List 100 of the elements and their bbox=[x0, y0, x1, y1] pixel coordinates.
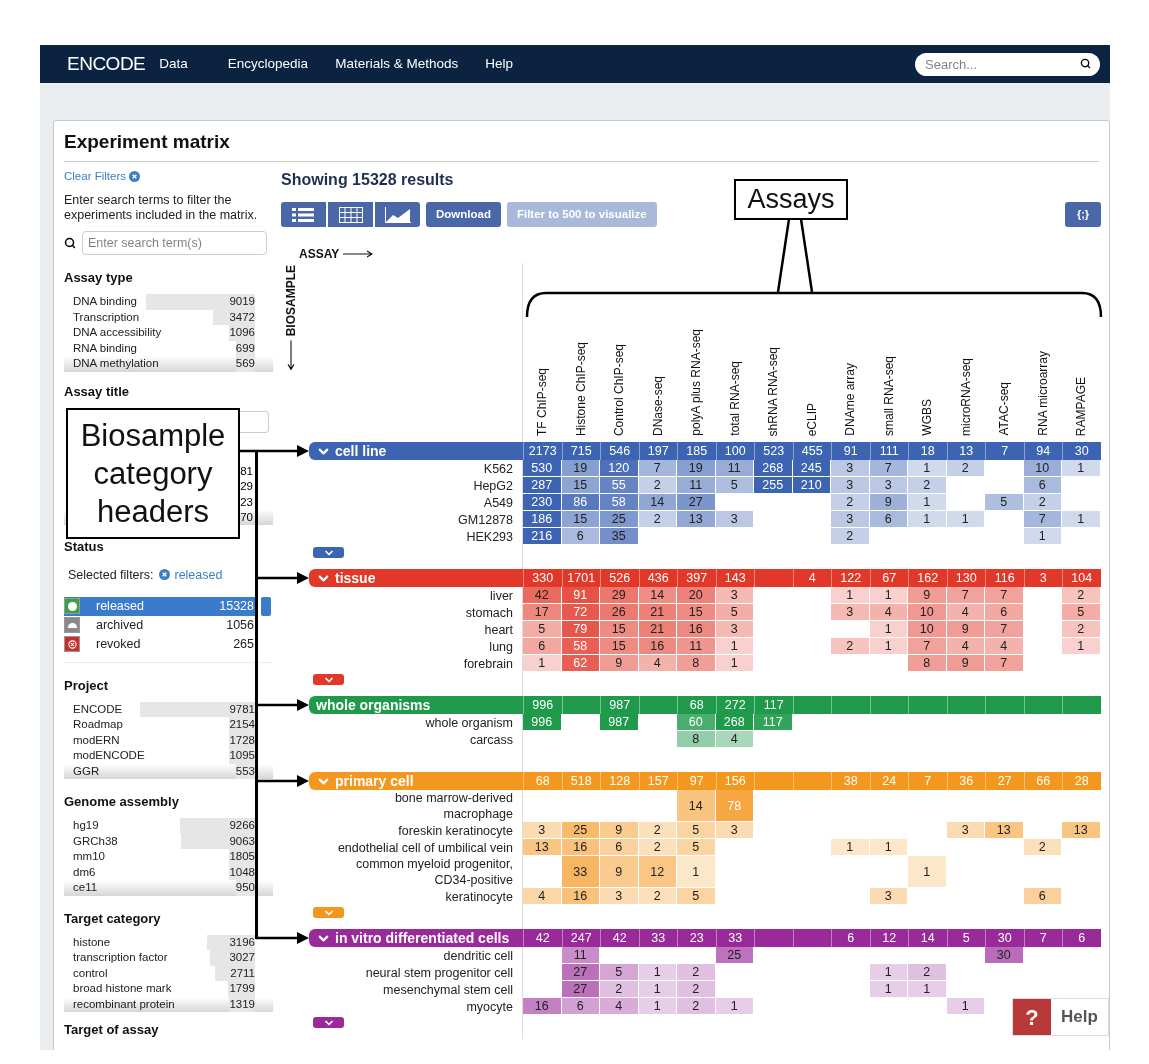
matrix-cell[interactable]: 27 bbox=[561, 981, 600, 998]
matrix-cell[interactable]: 16 bbox=[677, 621, 716, 638]
matrix-cell[interactable]: 3 bbox=[715, 822, 754, 839]
matrix-cell[interactable]: 1 bbox=[908, 856, 947, 888]
matrix-cell[interactable]: 255 bbox=[754, 477, 793, 494]
matrix-cell[interactable]: 27 bbox=[677, 494, 716, 511]
matrix-cell[interactable]: 15 bbox=[561, 477, 600, 494]
matrix-cell[interactable]: 4 bbox=[946, 604, 985, 621]
matrix-cell[interactable]: 11 bbox=[561, 947, 600, 964]
matrix-cell[interactable]: 11 bbox=[715, 460, 754, 477]
matrix-cell[interactable]: 8 bbox=[677, 655, 716, 672]
matrix-cell[interactable]: 10 bbox=[908, 621, 947, 638]
matrix-cell[interactable]: 996 bbox=[523, 714, 562, 731]
matrix-cell[interactable]: 15 bbox=[561, 511, 600, 528]
status-item[interactable]: archived 1056 bbox=[64, 615, 256, 635]
matrix-cell[interactable]: 2 bbox=[638, 839, 677, 856]
matrix-cell[interactable]: 15 bbox=[600, 638, 639, 655]
facet-item[interactable]: ENCODE bbox=[73, 701, 123, 717]
matrix-cell[interactable]: 27 bbox=[561, 964, 600, 981]
matrix-cell[interactable]: 230 bbox=[523, 494, 562, 511]
biosample-label[interactable]: liver bbox=[490, 587, 513, 604]
matrix-cell[interactable]: 9 bbox=[600, 856, 639, 888]
biosample-label[interactable]: whole organism bbox=[425, 714, 513, 731]
biosample-label[interactable]: keratinocyte bbox=[445, 888, 513, 905]
matrix-cell[interactable]: 9 bbox=[908, 587, 947, 604]
matrix-cell[interactable]: 1 bbox=[523, 655, 562, 672]
matrix-cell[interactable]: 25 bbox=[561, 822, 600, 839]
matrix-cell[interactable]: 4 bbox=[715, 731, 754, 748]
matrix-cell[interactable]: 2 bbox=[1062, 587, 1101, 604]
matrix-cell[interactable]: 55 bbox=[600, 477, 639, 494]
matrix-cell[interactable]: 33 bbox=[561, 856, 600, 888]
json-button[interactable]: {;} bbox=[1065, 202, 1101, 227]
matrix-cell[interactable]: 7 bbox=[1023, 511, 1062, 528]
assay-column-header[interactable]: TF ChIP-seq bbox=[533, 368, 552, 436]
matrix-cell[interactable]: 3 bbox=[831, 604, 870, 621]
matrix-cell[interactable]: 15 bbox=[600, 621, 639, 638]
matrix-cell[interactable]: 2 bbox=[831, 528, 870, 545]
assay-column-header[interactable]: total RNA-seq bbox=[725, 361, 744, 436]
matrix-cell[interactable]: 987 bbox=[600, 714, 639, 731]
assay-column-header[interactable]: WGBS bbox=[918, 399, 937, 436]
matrix-cell[interactable]: 1 bbox=[946, 998, 985, 1015]
matrix-cell[interactable]: 1 bbox=[1062, 511, 1101, 528]
nav-link[interactable]: Data bbox=[159, 53, 188, 75]
matrix-cell[interactable]: 4 bbox=[946, 638, 985, 655]
matrix-cell[interactable]: 19 bbox=[677, 460, 716, 477]
assay-column-header[interactable]: ATAC-seq bbox=[995, 382, 1014, 436]
facet-item[interactable]: RNA binding bbox=[73, 340, 137, 356]
nav-link[interactable]: Help bbox=[485, 53, 513, 75]
matrix-cell[interactable]: 6 bbox=[600, 839, 639, 856]
category-header[interactable]: cell line 2173 715 546 197 185 100 523 455 91 111 18 13 7 94 30 bbox=[309, 442, 1101, 460]
download-button[interactable]: Download bbox=[426, 202, 501, 227]
matrix-cell[interactable]: 6 bbox=[1023, 888, 1062, 905]
matrix-cell[interactable]: 6 bbox=[561, 998, 600, 1015]
matrix-cell[interactable]: 1 bbox=[1023, 528, 1062, 545]
assay-column-header[interactable]: Control ChIP-seq bbox=[610, 343, 629, 436]
matrix-cell[interactable]: 4 bbox=[523, 888, 562, 905]
matrix-cell[interactable]: 1 bbox=[715, 998, 754, 1015]
matrix-cell[interactable]: 3 bbox=[831, 511, 870, 528]
matrix-cell[interactable]: 5 bbox=[985, 494, 1024, 511]
matrix-cell[interactable]: 210 bbox=[792, 477, 831, 494]
matrix-cell[interactable]: 2 bbox=[600, 981, 639, 998]
matrix-cell[interactable]: 2 bbox=[908, 964, 947, 981]
nav-link[interactable]: Encyclopedia bbox=[227, 53, 309, 75]
matrix-cell[interactable]: 1 bbox=[908, 494, 947, 511]
matrix-cell[interactable]: 4 bbox=[638, 655, 677, 672]
matrix-cell[interactable]: 1 bbox=[715, 655, 754, 672]
matrix-cell[interactable]: 1 bbox=[908, 981, 947, 998]
assay-column-header[interactable]: DNAme array bbox=[841, 363, 860, 436]
matrix-cell[interactable]: 2 bbox=[831, 638, 870, 655]
assay-column-header[interactable]: Histone ChIP-seq bbox=[571, 341, 590, 436]
matrix-cell[interactable]: 5 bbox=[677, 822, 716, 839]
matrix-cell[interactable]: 3 bbox=[715, 587, 754, 604]
matrix-cell[interactable]: 16 bbox=[638, 638, 677, 655]
search-field[interactable]: Enter search term(s) bbox=[82, 231, 267, 255]
matrix-cell[interactable]: 25 bbox=[715, 947, 754, 964]
matrix-cell[interactable]: 91 bbox=[561, 587, 600, 604]
matrix-cell[interactable]: 2 bbox=[908, 477, 947, 494]
expand-button[interactable] bbox=[313, 1017, 344, 1028]
matrix-cell[interactable]: 6 bbox=[985, 604, 1024, 621]
matrix-cell[interactable]: 8 bbox=[677, 731, 716, 748]
assay-column-header[interactable]: DNase-seq bbox=[648, 375, 667, 436]
matrix-cell[interactable]: 3 bbox=[831, 477, 870, 494]
matrix-cell[interactable]: 7 bbox=[908, 638, 947, 655]
help-button[interactable]: ? Help bbox=[1012, 998, 1109, 1036]
matrix-cell[interactable]: 20 bbox=[677, 587, 716, 604]
category-header[interactable]: whole organisms 996 987 68 272 117 bbox=[309, 696, 1101, 714]
matrix-cell[interactable]: 16 bbox=[561, 839, 600, 856]
matrix-cell[interactable]: 19 bbox=[561, 460, 600, 477]
matrix-cell[interactable]: 9 bbox=[600, 822, 639, 839]
matrix-cell[interactable]: 7 bbox=[869, 460, 908, 477]
matrix-cell[interactable]: 13 bbox=[1062, 822, 1101, 839]
biosample-label[interactable]: GM12878 bbox=[458, 511, 513, 528]
matrix-cell[interactable]: 3 bbox=[831, 460, 870, 477]
matrix-cell[interactable]: 5 bbox=[523, 621, 562, 638]
assay-column-header[interactable]: small RNA-seq bbox=[879, 356, 898, 436]
matrix-cell[interactable]: 7 bbox=[638, 460, 677, 477]
matrix-cell[interactable]: 1 bbox=[869, 587, 908, 604]
matrix-cell[interactable]: 1 bbox=[831, 587, 870, 604]
facet-item[interactable]: modERN bbox=[73, 732, 120, 748]
view-button[interactable] bbox=[375, 202, 420, 227]
